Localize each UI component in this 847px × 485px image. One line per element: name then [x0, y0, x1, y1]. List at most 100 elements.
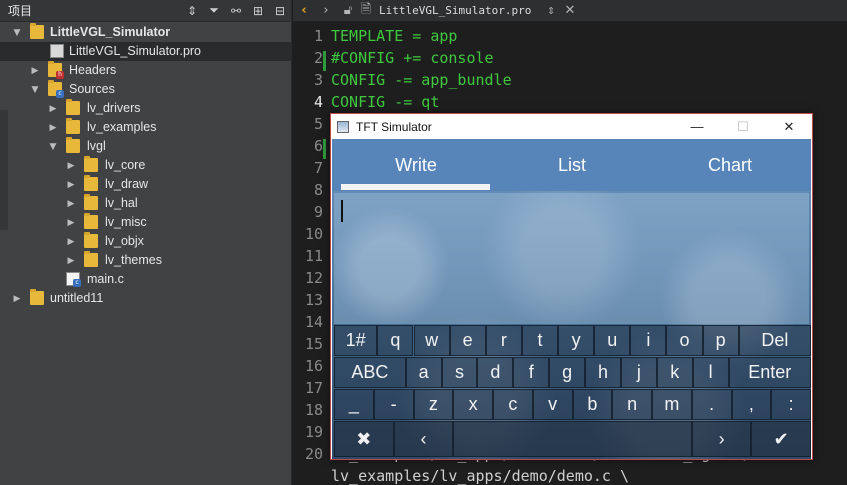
- key-6[interactable]: y: [558, 325, 595, 356]
- lock-icon[interactable]: 🔓︎: [337, 0, 359, 22]
- view-switch-icon[interactable]: ⇕: [181, 0, 203, 22]
- key-10[interactable]: p: [702, 325, 739, 356]
- code-line[interactable]: #CONFIG += console: [331, 49, 494, 67]
- key-9[interactable]: o: [666, 325, 703, 356]
- collapse-arrow-icon[interactable]: ▶: [66, 256, 76, 266]
- cursor-left-icon[interactable]: ‹: [393, 421, 454, 457]
- key-6[interactable]: h: [585, 357, 621, 388]
- cursor-right-icon[interactable]: ›: [691, 421, 752, 457]
- expand-arrow-icon[interactable]: ▼: [12, 28, 22, 38]
- tree-item-lv-examples[interactable]: ▶ lv_examples: [0, 118, 291, 137]
- collapse-arrow-icon[interactable]: ▶: [66, 199, 76, 209]
- expand-arrow-icon[interactable]: ▼: [48, 142, 58, 152]
- tree-item-main-c[interactable]: c main.c: [0, 270, 291, 289]
- collapse-arrow-icon[interactable]: ▶: [66, 161, 76, 171]
- tree-item-lv-themes[interactable]: ▶ lv_themes: [0, 251, 291, 270]
- tree-item-headers[interactable]: ▶ h Headers: [0, 61, 291, 80]
- tab-write[interactable]: Write: [336, 155, 496, 176]
- key-9[interactable]: .: [691, 389, 732, 420]
- lvgl-display: Write List Chart 1# q w e r t y u i o p Del ABC a s d f g…: [332, 139, 811, 459]
- filter-icon[interactable]: ⏷: [203, 0, 225, 22]
- key-11[interactable]: :: [771, 389, 811, 420]
- key-6[interactable]: b: [572, 389, 613, 420]
- key-9[interactable]: l: [692, 357, 729, 388]
- key-2[interactable]: s: [441, 357, 478, 388]
- split-icon[interactable]: ⊞: [247, 0, 269, 22]
- key-3[interactable]: d: [477, 357, 514, 388]
- minimize-icon[interactable]: —: [674, 114, 720, 139]
- open-file-selector[interactable]: 🗎︎ LittleVGL_Simulator.pro ⇕: [359, 0, 559, 22]
- key-7[interactable]: n: [612, 389, 652, 420]
- key-3[interactable]: x: [453, 389, 493, 420]
- text-area[interactable]: [334, 193, 809, 324]
- code-line[interactable]: CONFIG -= app_bundle: [331, 71, 512, 89]
- key-5[interactable]: t: [521, 325, 559, 356]
- window-titlebar[interactable]: TFT Simulator — ☐ ✕: [331, 114, 812, 139]
- key-uppercase[interactable]: ABC: [334, 357, 406, 388]
- key-4[interactable]: r: [485, 325, 522, 356]
- key-7[interactable]: j: [620, 357, 657, 388]
- key-0[interactable]: _: [334, 389, 374, 420]
- code-line[interactable]: TEMPLATE = app: [331, 27, 457, 45]
- close-keyboard-icon[interactable]: ✖: [334, 421, 394, 457]
- collapse-arrow-icon[interactable]: ▶: [30, 66, 40, 76]
- expand-arrow-icon[interactable]: ▼: [30, 85, 40, 95]
- link-icon[interactable]: ⚯: [225, 0, 247, 22]
- collapse-arrow-icon[interactable]: ▶: [66, 180, 76, 190]
- code-line[interactable]: lv_examples/lv_apps/demo/demo.c \: [331, 467, 629, 485]
- tree-item-label: untitled11: [50, 291, 104, 305]
- tree-item-lv-misc[interactable]: ▶ lv_misc: [0, 213, 291, 232]
- forward-icon[interactable]: ›: [315, 0, 337, 22]
- space-key[interactable]: [453, 421, 692, 457]
- editor-toolbar: ‹ › 🔓︎ 🗎︎ LittleVGL_Simulator.pro ⇕ ✕: [293, 0, 847, 22]
- key-1[interactable]: -: [373, 389, 414, 420]
- tree-item-lv-draw[interactable]: ▶ lv_draw: [0, 175, 291, 194]
- key-8[interactable]: m: [652, 389, 692, 420]
- key-2[interactable]: z: [413, 389, 454, 420]
- collapse-arrow-icon[interactable]: ▶: [66, 237, 76, 247]
- collapse-arrow-icon[interactable]: ▶: [12, 294, 22, 304]
- close-window-icon[interactable]: ✕: [766, 114, 812, 139]
- tree-item-lvgl[interactable]: ▼ lvgl: [0, 137, 291, 156]
- tree-item-lv-drivers[interactable]: ▶ lv_drivers: [0, 99, 291, 118]
- folder-icon: [84, 213, 98, 229]
- confirm-icon[interactable]: ✔: [751, 421, 811, 457]
- tree-item-untitled11[interactable]: ▶ untitled11: [0, 289, 291, 308]
- close-file-icon[interactable]: ✕: [559, 0, 581, 22]
- tree-item-label: lv_hal: [105, 196, 138, 210]
- project-panel: 项目 ⇕ ⏷ ⚯ ⊞ ⊟ ▼ LittleVGL_Simulator Littl…: [0, 0, 292, 485]
- collapse-arrow-icon[interactable]: ▶: [48, 123, 58, 133]
- code-line[interactable]: CONFIG -= qt: [331, 93, 439, 111]
- key-1[interactable]: a: [405, 357, 442, 388]
- key-7[interactable]: u: [594, 325, 631, 356]
- key-8[interactable]: i: [630, 325, 667, 356]
- key-8[interactable]: k: [656, 357, 693, 388]
- tree-item-pro-file[interactable]: LittleVGL_Simulator.pro: [0, 42, 291, 61]
- key-5[interactable]: g: [549, 357, 586, 388]
- key-enter[interactable]: Enter: [728, 357, 811, 388]
- key-5[interactable]: v: [532, 389, 573, 420]
- tree-item-lv-hal[interactable]: ▶ lv_hal: [0, 194, 291, 213]
- tree-item-lv-core[interactable]: ▶ lv_core: [0, 156, 291, 175]
- key-4[interactable]: f: [513, 357, 550, 388]
- key-symbols[interactable]: 1#: [334, 325, 378, 356]
- close-panel-icon[interactable]: ⊟: [269, 0, 291, 22]
- folder-icon: [66, 118, 80, 134]
- tab-list[interactable]: List: [492, 155, 652, 176]
- collapse-arrow-icon[interactable]: ▶: [48, 104, 58, 114]
- key-1[interactable]: q: [377, 325, 414, 356]
- tree-item-sources[interactable]: ▼ c Sources: [0, 80, 291, 99]
- back-icon[interactable]: ‹: [293, 0, 315, 22]
- dropdown-arrows-icon[interactable]: ⇕: [543, 0, 559, 22]
- key-4[interactable]: c: [493, 389, 533, 420]
- tree-item-label: lv_themes: [105, 253, 162, 267]
- key-2[interactable]: w: [413, 325, 450, 356]
- key-3[interactable]: e: [449, 325, 486, 356]
- tree-item-lv-objx[interactable]: ▶ lv_objx: [0, 232, 291, 251]
- collapse-arrow-icon[interactable]: ▶: [66, 218, 76, 228]
- maximize-icon[interactable]: ☐: [720, 114, 766, 139]
- tree-item-littlevgl-simulator[interactable]: ▼ LittleVGL_Simulator: [0, 23, 291, 42]
- key-10[interactable]: ,: [731, 389, 772, 420]
- tab-chart[interactable]: Chart: [650, 155, 810, 176]
- key-delete[interactable]: Del: [738, 325, 811, 356]
